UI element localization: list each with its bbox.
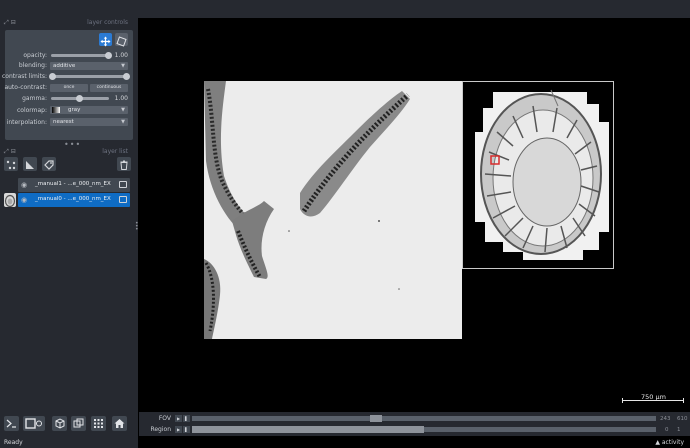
2d-3d-toggle-icon xyxy=(25,418,42,429)
overview-image xyxy=(463,82,613,268)
status-bar-text: Ready xyxy=(4,439,23,446)
top-bar xyxy=(0,0,690,18)
chevron-down-icon: ▼ xyxy=(121,63,125,69)
chevron-down-icon: ▼ xyxy=(121,119,125,125)
colormap-swatch xyxy=(52,107,60,113)
grid-view-button[interactable] xyxy=(91,416,106,431)
layer-item[interactable]: ◉ _manual1 - ...e_000_nm_EX xyxy=(18,178,130,192)
colormap-dropdown[interactable]: gray ▼ xyxy=(50,106,128,114)
layer-controls-panel: opacity: 1.00 blending: additive ▼ contr… xyxy=(2,30,133,140)
transform-icon xyxy=(116,36,127,47)
blending-label: blending: xyxy=(18,62,47,69)
fov-current-value[interactable]: 243 xyxy=(660,416,671,422)
layer-controls-titlebar: ⤢ ⊟ layer controls xyxy=(0,17,138,29)
scale-bar xyxy=(622,398,684,403)
home-icon xyxy=(114,419,125,428)
gamma-value: 1.00 xyxy=(114,95,128,102)
shapes-icon xyxy=(26,161,34,169)
blending-dropdown[interactable]: additive ▼ xyxy=(50,62,128,70)
image-layer-icon xyxy=(119,181,127,188)
cube-icon xyxy=(55,418,65,429)
visibility-eye-icon[interactable]: ◉ xyxy=(21,196,29,204)
region-slider[interactable] xyxy=(192,426,656,433)
microscopy-image xyxy=(204,81,462,339)
overview-minimap[interactable] xyxy=(462,81,614,269)
step-button[interactable]: ▌ xyxy=(183,415,190,422)
layer-thumbnail xyxy=(4,193,16,207)
viewer-canvas[interactable]: 750 µm xyxy=(139,18,690,411)
region-max-value: 1 xyxy=(677,427,681,433)
transform-button[interactable] xyxy=(115,33,128,47)
step-button[interactable]: ▌ xyxy=(183,426,190,433)
layer-controls-title: layer controls xyxy=(87,19,128,26)
points-icon xyxy=(6,160,16,170)
fov-slider-thumb[interactable] xyxy=(370,415,382,422)
new-labels-layer-button[interactable] xyxy=(42,157,56,171)
interpolation-label: interpolation: xyxy=(6,119,47,126)
interpolation-value: nearest xyxy=(53,119,74,125)
grid-icon xyxy=(94,419,103,428)
opacity-slider[interactable] xyxy=(51,52,112,59)
contrast-min-knob[interactable] xyxy=(49,73,56,80)
gamma-label: gamma: xyxy=(22,95,47,102)
splitter-handle-icon[interactable]: • • • xyxy=(135,221,139,233)
ndisplay-toggle-button[interactable] xyxy=(23,416,45,431)
opacity-label: opacity: xyxy=(23,52,47,59)
region-slider-thumb[interactable] xyxy=(192,426,424,433)
colormap-value: gray xyxy=(68,107,81,113)
thumbnail-image xyxy=(4,194,16,207)
layer-name: _manual0 - ...e_000_nm_EX xyxy=(35,196,111,202)
image-layer-view xyxy=(204,81,462,339)
fov-slider[interactable] xyxy=(192,415,656,422)
chevron-up-icon: ▲ xyxy=(655,439,660,446)
play-button[interactable]: ▶ xyxy=(175,415,182,422)
new-shapes-layer-button[interactable] xyxy=(23,157,37,171)
dimension-sliders: FOV ▶ ▌ 243 610 Region ▶ ▌ 0 1 xyxy=(139,412,690,436)
console-button[interactable] xyxy=(4,416,19,431)
layer-list-title: layer list xyxy=(102,148,128,155)
gamma-slider-knob[interactable] xyxy=(76,95,83,102)
contrast-max-knob[interactable] xyxy=(123,73,130,80)
blending-value: additive xyxy=(53,63,76,69)
delete-layer-button[interactable] xyxy=(117,157,131,171)
play-button[interactable]: ▶ xyxy=(175,426,182,433)
region-label: Region xyxy=(150,426,171,433)
fov-max-value: 610 xyxy=(677,416,688,422)
auto-contrast-once-button[interactable]: once xyxy=(50,84,88,92)
transpose-button[interactable] xyxy=(71,416,86,431)
activity-label: activity xyxy=(661,439,684,446)
pan-zoom-button[interactable] xyxy=(99,33,112,47)
left-dock: ⤢ ⊟ layer controls opacity: 1.00 blendin… xyxy=(0,0,138,448)
region-current-value[interactable]: 0 xyxy=(665,427,669,433)
dock-float-close-icons[interactable]: ⤢ ⊟ xyxy=(4,19,16,27)
move-arrows-icon xyxy=(100,36,111,47)
roll-dimensions-button[interactable] xyxy=(52,416,67,431)
layer-item-selected[interactable]: ◉ _manual0 - ...e_000_nm_EX xyxy=(18,193,130,207)
colormap-label: colormap: xyxy=(16,107,47,114)
image-layer-icon xyxy=(119,196,127,203)
terminal-prompt-icon xyxy=(6,419,16,428)
layer-name: _manual1 - ...e_000_nm_EX xyxy=(35,181,111,187)
label-tag-icon xyxy=(44,160,54,170)
dock-float-close-icons[interactable]: ⤢ ⊟ xyxy=(4,148,16,156)
interpolation-dropdown[interactable]: nearest ▼ xyxy=(50,118,128,126)
contrast-limits-label: contrast limits: xyxy=(2,73,47,80)
new-points-layer-button[interactable] xyxy=(4,157,18,171)
transpose-icon xyxy=(73,418,84,428)
opacity-slider-knob[interactable] xyxy=(105,52,112,59)
fov-label: FOV xyxy=(158,415,171,422)
home-button[interactable] xyxy=(112,416,127,431)
visibility-eye-icon[interactable]: ◉ xyxy=(21,181,29,189)
gamma-slider[interactable] xyxy=(51,95,109,102)
trash-icon xyxy=(120,160,128,170)
chevron-down-icon: ▼ xyxy=(121,107,125,113)
contrast-limits-slider[interactable] xyxy=(49,73,130,80)
auto-contrast-label: auto-contrast: xyxy=(4,84,47,91)
viewer-buttons xyxy=(0,412,138,436)
opacity-value: 1.00 xyxy=(114,52,128,59)
auto-contrast-continuous-button[interactable]: continuous xyxy=(90,84,128,92)
activity-toggle[interactable]: ▲ activity xyxy=(655,439,684,446)
